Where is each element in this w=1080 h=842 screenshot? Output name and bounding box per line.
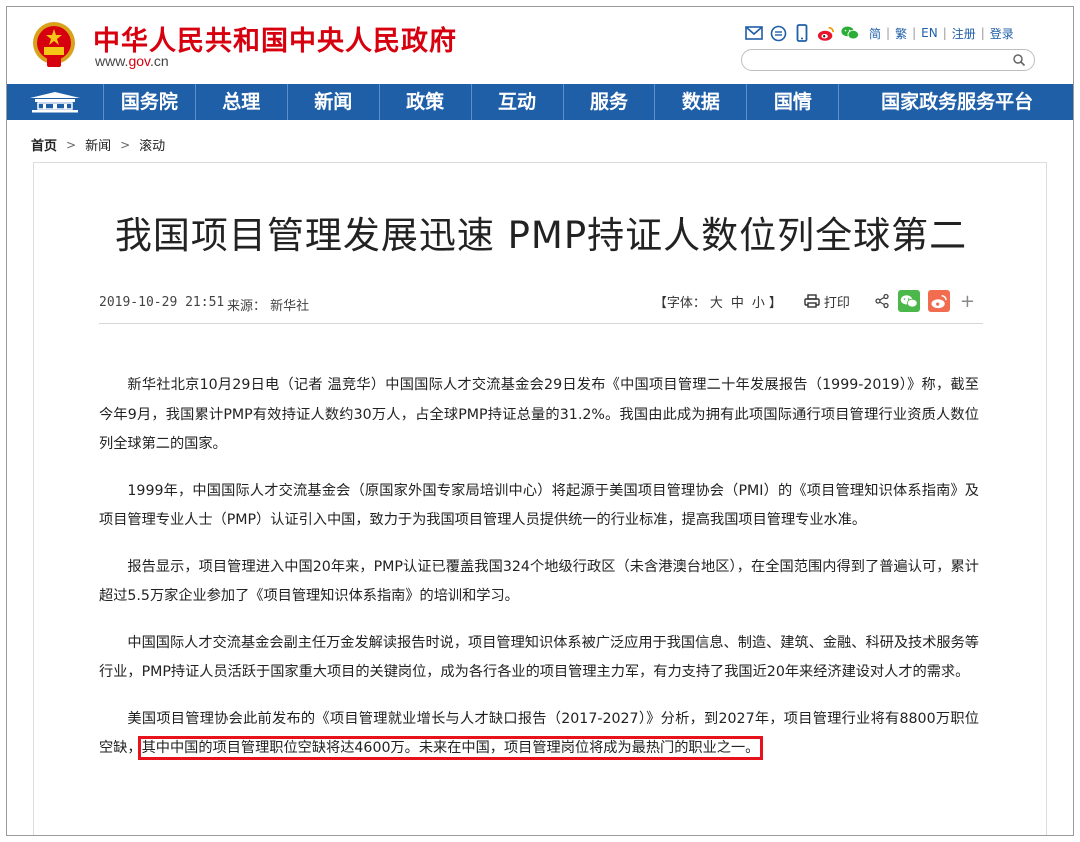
english-link[interactable]: EN [921,26,938,40]
search-icon[interactable] [1012,53,1026,67]
traditional-chinese-link[interactable]: 繁 [895,25,907,42]
search-input[interactable] [741,49,1035,71]
font-size-label-close: 】 [768,295,782,311]
wechat-icon[interactable] [841,24,859,42]
weibo-share-icon[interactable] [927,290,950,312]
nav-item-state-council[interactable]: 国务院 [104,84,196,120]
font-small-option[interactable]: 小 [752,292,765,311]
article-paragraph-last: 美国项目管理协会此前发布的《项目管理就业增长与人才缺口报告（2017-2027）… [99,705,979,764]
publish-date: 2019-10-29 21:51 [99,295,225,310]
article-container: 我国项目管理发展迅速 PMP持证人数位列全球第二 2019-10-29 21:5… [33,162,1047,835]
national-emblem-logo[interactable] [31,19,77,69]
chat-icon[interactable] [769,24,787,42]
home-building-icon[interactable] [7,84,104,120]
more-share-plus-icon[interactable]: + [960,291,975,312]
register-link[interactable]: 注册 [952,25,976,42]
mail-icon[interactable] [745,24,763,42]
nav-item-premier[interactable]: 总理 [196,84,288,120]
printer-icon [804,294,820,308]
breadcrumb: 首页 > 新闻 > 滚动 [31,135,165,155]
print-button[interactable]: 打印 [804,292,850,311]
chevron-right-icon: > [120,137,131,152]
breadcrumb-news[interactable]: 新闻 [85,135,111,154]
article-body: 新华社北京10月29日电（记者 温竞华）中国国际人才交流基金会29日发布《中国项… [99,371,979,781]
share-icon[interactable] [874,293,890,309]
article-meta: 2019-10-29 21:51 来源： 新华社 【字体： 大 中 小 】 打印 [99,287,983,324]
article-paragraph: 新华社北京10月29日电（记者 温竞华）中国国际人才交流基金会29日发布《中国项… [99,377,979,452]
breadcrumb-rolling[interactable]: 滚动 [139,135,165,154]
font-medium-option[interactable]: 中 [731,292,744,311]
nav-item-services[interactable]: 服务 [564,84,656,120]
nav-item-gov-service-platform[interactable]: 国家政务服务平台 [839,84,1073,120]
nav-item-national-conditions[interactable]: 国情 [747,84,840,120]
article-source: 来源： 新华社 [227,299,310,314]
site-url-prefix: www. [95,53,129,69]
main-navigation: 国务院 总理 新闻 政策 互动 服务 数据 国情 国家政务服务平台 [7,84,1073,120]
article-tools: 【字体： 大 中 小 】 打印 + [654,290,975,312]
nav-item-data[interactable]: 数据 [655,84,748,120]
site-url: www.gov.cn [95,53,169,69]
nav-item-news[interactable]: 新闻 [288,84,380,120]
article-title: 我国项目管理发展迅速 PMP持证人数位列全球第二 [114,214,968,257]
highlighted-sentence: 其中中国的项目管理职位空缺将达4600万。未来在中国，项目管理岗位将成为最热门的… [137,736,764,760]
article-paragraph: 1999年，中国国际人才交流基金会（原国家外国专家局培训中心）将起源于美国项目管… [99,482,979,529]
article-paragraph: 报告显示，项目管理进入中国20年来，PMP认证已覆盖我国324个地级行政区（未含… [99,558,979,605]
font-size-label-open: 【字体： [653,295,706,311]
top-toolbar: 简 | 繁 | EN | 注册 | 登录 [745,23,1014,43]
print-label: 打印 [823,295,850,311]
site-url-gov: gov [128,53,150,69]
font-large-option[interactable]: 大 [710,292,723,311]
nav-item-interaction[interactable]: 互动 [472,84,564,120]
simplified-chinese-link[interactable]: 简 [869,25,881,42]
login-link[interactable]: 登录 [990,25,1014,42]
mobile-icon[interactable] [793,24,811,42]
breadcrumb-home[interactable]: 首页 [31,135,57,154]
wechat-share-icon[interactable] [897,290,920,312]
browser-frame: 中华人民共和国中央人民政府 www.gov.cn 简 | 繁 | EN | 注册… [6,6,1074,836]
site-url-suffix: .cn [150,53,169,69]
nav-item-policy[interactable]: 政策 [380,84,472,120]
article-paragraph: 中国国际人才交流基金会副主任万金发解读报告时说，项目管理知识体系被广泛应用于我国… [99,634,979,681]
site-header: 中华人民共和国中央人民政府 www.gov.cn 简 | 繁 | EN | 注册… [7,7,1073,85]
weibo-icon[interactable] [817,24,835,42]
language-and-account-links: 简 | 繁 | EN | 注册 | 登录 [869,25,1014,42]
chevron-right-icon: > [66,137,77,152]
